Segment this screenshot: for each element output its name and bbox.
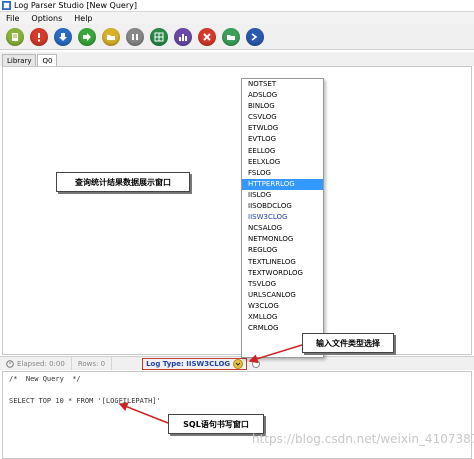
download-button[interactable]	[54, 27, 72, 46]
dropdown-item[interactable]: TEXTWORDLOG	[242, 268, 323, 279]
pause-button[interactable]	[126, 27, 144, 46]
editor-line: SELECT TOP 10 * FROM '[LOGFILEPATH]'	[9, 397, 161, 405]
status-bar: Elapsed: 0:00 Rows: 0 Log Type: IISW3CLO…	[0, 356, 474, 370]
sql-window-callout-text: SQL语句书写窗口	[183, 419, 249, 429]
dropdown-item[interactable]: EELXLOG	[242, 157, 323, 168]
dropdown-item[interactable]: NCSALOG	[242, 223, 323, 234]
folder-icon	[107, 34, 115, 40]
window-title: Log Parser Studio [New Query]	[14, 1, 137, 10]
results-window-callout: 查询统计结果数据展示窗口	[56, 172, 190, 192]
rows-text: Rows: 0	[77, 359, 106, 368]
file-type-callout: 输入文件类型选择	[302, 333, 394, 353]
dropdown-item[interactable]: URLSCANLOG	[242, 290, 323, 301]
pause-icon	[132, 33, 138, 40]
folder-icon	[227, 34, 235, 40]
grid-icon	[154, 32, 164, 41]
prompt-icon	[251, 32, 258, 41]
folder-button[interactable]	[222, 27, 240, 46]
rows-status: Rows: 0	[72, 357, 113, 370]
dropdown-item[interactable]: NOTSET	[242, 79, 323, 90]
log-type-dropdown-button[interactable]	[233, 358, 244, 369]
editor-line: /* New Query */	[9, 375, 81, 383]
dropdown-item[interactable]: CSVLOG	[242, 112, 323, 123]
dropdown-item[interactable]: IISLOG	[242, 190, 323, 201]
dropdown-item[interactable]: IISOBDCLOG	[242, 201, 323, 212]
stop-button[interactable]	[30, 27, 48, 46]
powershell-button[interactable]	[246, 27, 264, 46]
file-type-callout-text: 输入文件类型选择	[316, 338, 380, 348]
down-arrow-icon	[59, 32, 67, 41]
log-type-dropdown[interactable]: NOTSET ADSLOG BINLOG CSVLOG ETWLOG EVTLO…	[241, 78, 324, 358]
right-arrow-icon	[83, 32, 91, 41]
dropdown-item[interactable]: TEXTLINELOG	[242, 257, 323, 268]
elapsed-text: Elapsed: 0:00	[17, 359, 65, 368]
menu-bar: File Options Help	[0, 12, 474, 24]
dropdown-item[interactable]: NETMONLOG	[242, 234, 323, 245]
chevron-down-icon	[235, 362, 241, 366]
clock-icon	[6, 359, 14, 368]
open-folder-button[interactable]	[102, 27, 120, 46]
dropdown-item-highlighted[interactable]: HTTPERRLOG	[242, 178, 323, 190]
title-bar: Log Parser Studio [New Query]	[0, 0, 474, 12]
menu-help[interactable]: Help	[68, 14, 98, 23]
chart-button[interactable]	[174, 27, 192, 46]
dropdown-item[interactable]: EELLOG	[242, 146, 323, 157]
export-button[interactable]	[150, 27, 168, 46]
new-query-button[interactable]	[6, 27, 24, 46]
elapsed-status: Elapsed: 0:00	[0, 357, 72, 370]
dropdown-item[interactable]: XMLLOG	[242, 312, 323, 323]
chart-icon	[179, 33, 187, 41]
results-window-callout-text: 查询统计结果数据展示窗口	[75, 177, 171, 187]
exclamation-icon	[38, 32, 40, 41]
query-tabs: Library Q0	[0, 52, 474, 66]
document-icon	[12, 32, 18, 41]
dropdown-item-current[interactable]: IISW3CLOG	[242, 212, 323, 223]
dropdown-item[interactable]: REGLOG	[242, 245, 323, 256]
log-type-selector[interactable]: Log Type: IISW3CLOG	[142, 357, 248, 370]
run-button[interactable]	[78, 27, 96, 46]
sql-window-callout: SQL语句书写窗口	[168, 414, 264, 434]
tab-q0[interactable]: Q0	[37, 54, 58, 66]
dropdown-item[interactable]: EVTLOG	[242, 134, 323, 145]
log-type-settings-icon[interactable]	[252, 359, 261, 368]
toolbar	[0, 24, 474, 50]
dropdown-item[interactable]: BINLOG	[242, 101, 323, 112]
dropdown-item[interactable]: ETWLOG	[242, 123, 323, 134]
dropdown-item[interactable]: W3CLOG	[242, 301, 323, 312]
watermark: https://blog.csdn.net/weixin_41073877	[252, 432, 474, 446]
dropdown-item[interactable]: TSVLOG	[242, 279, 323, 290]
log-type-text: Log Type: IISW3CLOG	[146, 359, 231, 368]
menu-options[interactable]: Options	[25, 14, 68, 23]
menu-file[interactable]: File	[0, 14, 25, 23]
tab-library[interactable]: Library	[2, 54, 37, 66]
dropdown-item[interactable]: ADSLOG	[242, 90, 323, 101]
close-icon	[203, 32, 211, 41]
app-icon	[2, 1, 11, 10]
dropdown-item[interactable]: FSLOG	[242, 168, 323, 179]
close-button[interactable]	[198, 27, 216, 46]
results-grid[interactable]	[2, 66, 472, 355]
